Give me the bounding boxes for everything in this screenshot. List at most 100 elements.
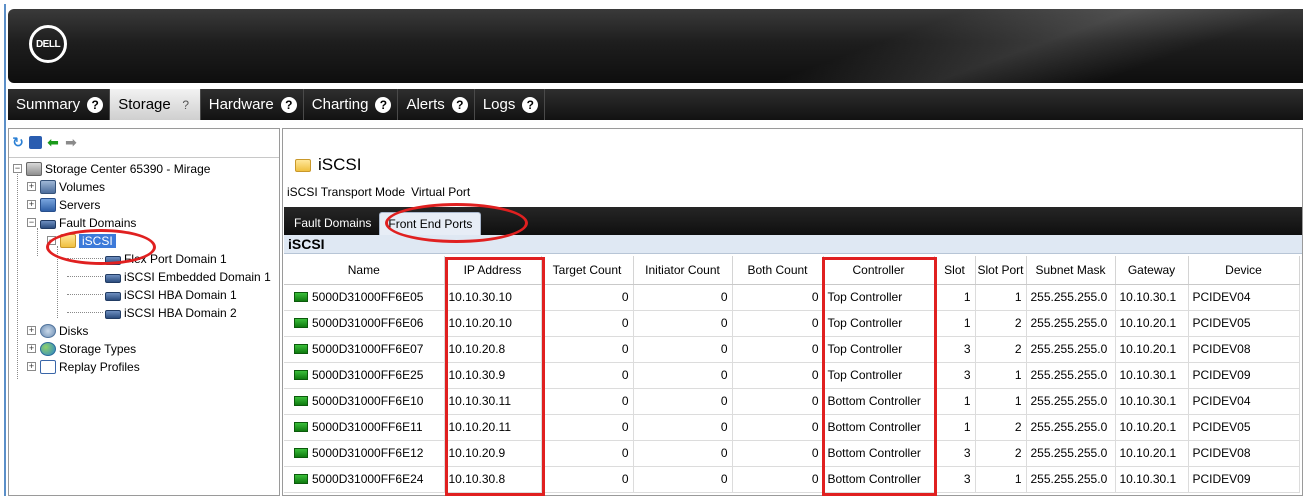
table-cell: 10.10.30.1 [1115,466,1189,493]
tree-label: Volumes [59,179,106,194]
tree-item-iscsi-hba-domain-2[interactable]: iSCSI HBA Domain 2 [67,304,237,321]
tab-alerts[interactable]: Alerts? [398,89,475,120]
help-icon[interactable]: ? [87,96,104,113]
tree-guide [17,174,18,379]
expand-toggle[interactable]: + [27,362,36,371]
table-cell: 0 [732,466,824,493]
table-cell: 10.10.30.1 [1115,388,1189,415]
table-cell: Top Controller [823,284,935,311]
tree-label: Storage Center 65390 - Mirage [45,161,211,176]
table-cell: 5000D31000FF6E24 [284,466,445,493]
column-header[interactable]: IP Address [444,256,542,285]
save-icon[interactable] [29,135,42,149]
tab-hardware[interactable]: Hardware? [201,89,304,120]
port-status-icon [294,422,308,432]
table-row[interactable]: 5000D31000FF6E07 10.10.20.8 0 0 0 Top Control… [284,336,1300,363]
port-status-icon [294,292,308,302]
table-row[interactable]: 5000D31000FF6E12 10.10.20.9 0 0 0 Bottom Cont… [284,440,1300,467]
tree-item-disks[interactable]: + Disks [27,322,88,339]
table-cell: 0 [633,310,733,337]
table-cell: 1 [934,310,976,337]
table-cell: 1 [975,388,1027,415]
table-cell: 0 [732,440,824,467]
tree-item-iscsi[interactable]: − iSCSI [47,232,116,249]
expand-toggle[interactable]: + [27,326,36,335]
column-header[interactable]: Slot Port [975,256,1027,285]
tree-item-storage-types[interactable]: + Storage Types [27,340,136,357]
tree-item-volumes[interactable]: + Volumes [27,178,105,195]
table-cell: 2 [975,336,1027,363]
table-row[interactable]: 5000D31000FF6E06 10.10.20.10 0 0 0 Top Contro… [284,310,1300,337]
table-cell: Bottom Controller [823,388,935,415]
table-cell: 0 [541,310,634,337]
collapse-toggle[interactable]: − [47,236,56,245]
table-row[interactable]: 5000D31000FF6E05 10.10.30.10 0 0 0 Top Contro… [284,284,1300,311]
port-name: 5000D31000FF6E11 [312,420,423,434]
table-cell: 10.10.20.9 [444,440,542,467]
help-icon[interactable]: ? [280,96,297,113]
column-header[interactable]: Device [1188,256,1300,285]
column-header[interactable]: Controller [823,256,935,285]
tree-item-storage-center[interactable]: − Storage Center 65390 - Mirage [13,160,210,177]
table-cell: 1 [975,466,1027,493]
column-header[interactable]: Gateway [1115,256,1189,285]
tree-item-iscsi-embedded-domain[interactable]: iSCSI Embedded Domain 1 [67,268,271,285]
tree-item-iscsi-hba-domain-1[interactable]: iSCSI HBA Domain 1 [67,286,237,303]
table-cell: 0 [541,466,634,493]
tab-summary[interactable]: Summary? [8,89,111,120]
tab-logs[interactable]: Logs? [475,89,546,120]
front-end-ports-table: Name IP Address Target Count Initiator Coun… [284,256,1300,493]
forward-arrow-icon[interactable]: ➡ [64,134,78,150]
collapse-toggle[interactable]: − [27,218,36,227]
replay-profiles-icon [40,359,56,374]
fault-domain-icon [105,309,121,319]
tab-charting[interactable]: Charting? [304,89,399,120]
refresh-icon[interactable]: ↻ [11,134,25,150]
tree-item-flex-port-domain[interactable]: Flex Port Domain 1 [67,250,227,267]
fault-domains-icon [40,219,56,229]
column-header[interactable]: Subnet Mask [1026,256,1116,285]
expand-toggle[interactable]: + [27,182,36,191]
table-cell: 10.10.20.1 [1115,310,1189,337]
table-cell: 5000D31000FF6E05 [284,284,445,311]
section-header: iSCSI [284,235,1302,254]
tree-item-servers[interactable]: + Servers [27,196,100,213]
table-cell: PCIDEV05 [1188,414,1300,441]
tab-fault-domains[interactable]: Fault Domains [288,211,377,235]
folder-icon [60,233,76,248]
column-header[interactable]: Slot [934,256,976,285]
table-cell: Top Controller [823,362,935,389]
tree-item-replay-profiles[interactable]: + Replay Profiles [27,358,140,375]
tab-front-end-ports[interactable]: Front End Ports [379,212,482,235]
port-status-icon [294,396,308,406]
column-header[interactable]: Both Count [732,256,824,285]
help-icon[interactable]: ? [375,96,392,113]
column-header[interactable]: Target Count [541,256,634,285]
tree-label: Servers [59,197,101,212]
tree-label: Disks [59,323,89,338]
back-arrow-icon[interactable]: ⬅ [46,134,60,150]
transport-mode-label: iSCSI Transport Mode [287,185,406,199]
table-cell: 10.10.30.9 [444,362,542,389]
table-row[interactable]: 5000D31000FF6E11 10.10.20.11 0 0 0 Bottom Con… [284,414,1300,441]
help-icon[interactable]: ? [178,97,194,113]
column-header[interactable]: Name [284,256,445,285]
tree-item-fault-domains[interactable]: − Fault Domains [27,214,136,231]
table-row[interactable]: 5000D31000FF6E25 10.10.30.9 0 0 0 Top Control… [284,362,1300,389]
tree-label: iSCSI Embedded Domain 1 [124,269,271,284]
expand-toggle[interactable]: + [27,200,36,209]
column-header[interactable]: Initiator Count [633,256,733,285]
tree-label-selected: iSCSI [79,233,116,248]
help-icon[interactable]: ? [522,96,539,113]
table-row[interactable]: 5000D31000FF6E24 10.10.30.8 0 0 0 Bottom Cont… [284,466,1300,493]
table-cell: PCIDEV09 [1188,466,1300,493]
port-status-icon [294,344,308,354]
expand-toggle[interactable]: + [27,344,36,353]
tab-storage[interactable]: Storage? [110,89,201,120]
help-icon[interactable]: ? [451,96,468,113]
table-cell: Bottom Controller [823,414,935,441]
table-row[interactable]: 5000D31000FF6E10 10.10.30.11 0 0 0 Bottom Con… [284,388,1300,415]
folder-icon [295,158,311,172]
table-cell: 0 [633,414,733,441]
collapse-toggle[interactable]: − [13,164,22,173]
